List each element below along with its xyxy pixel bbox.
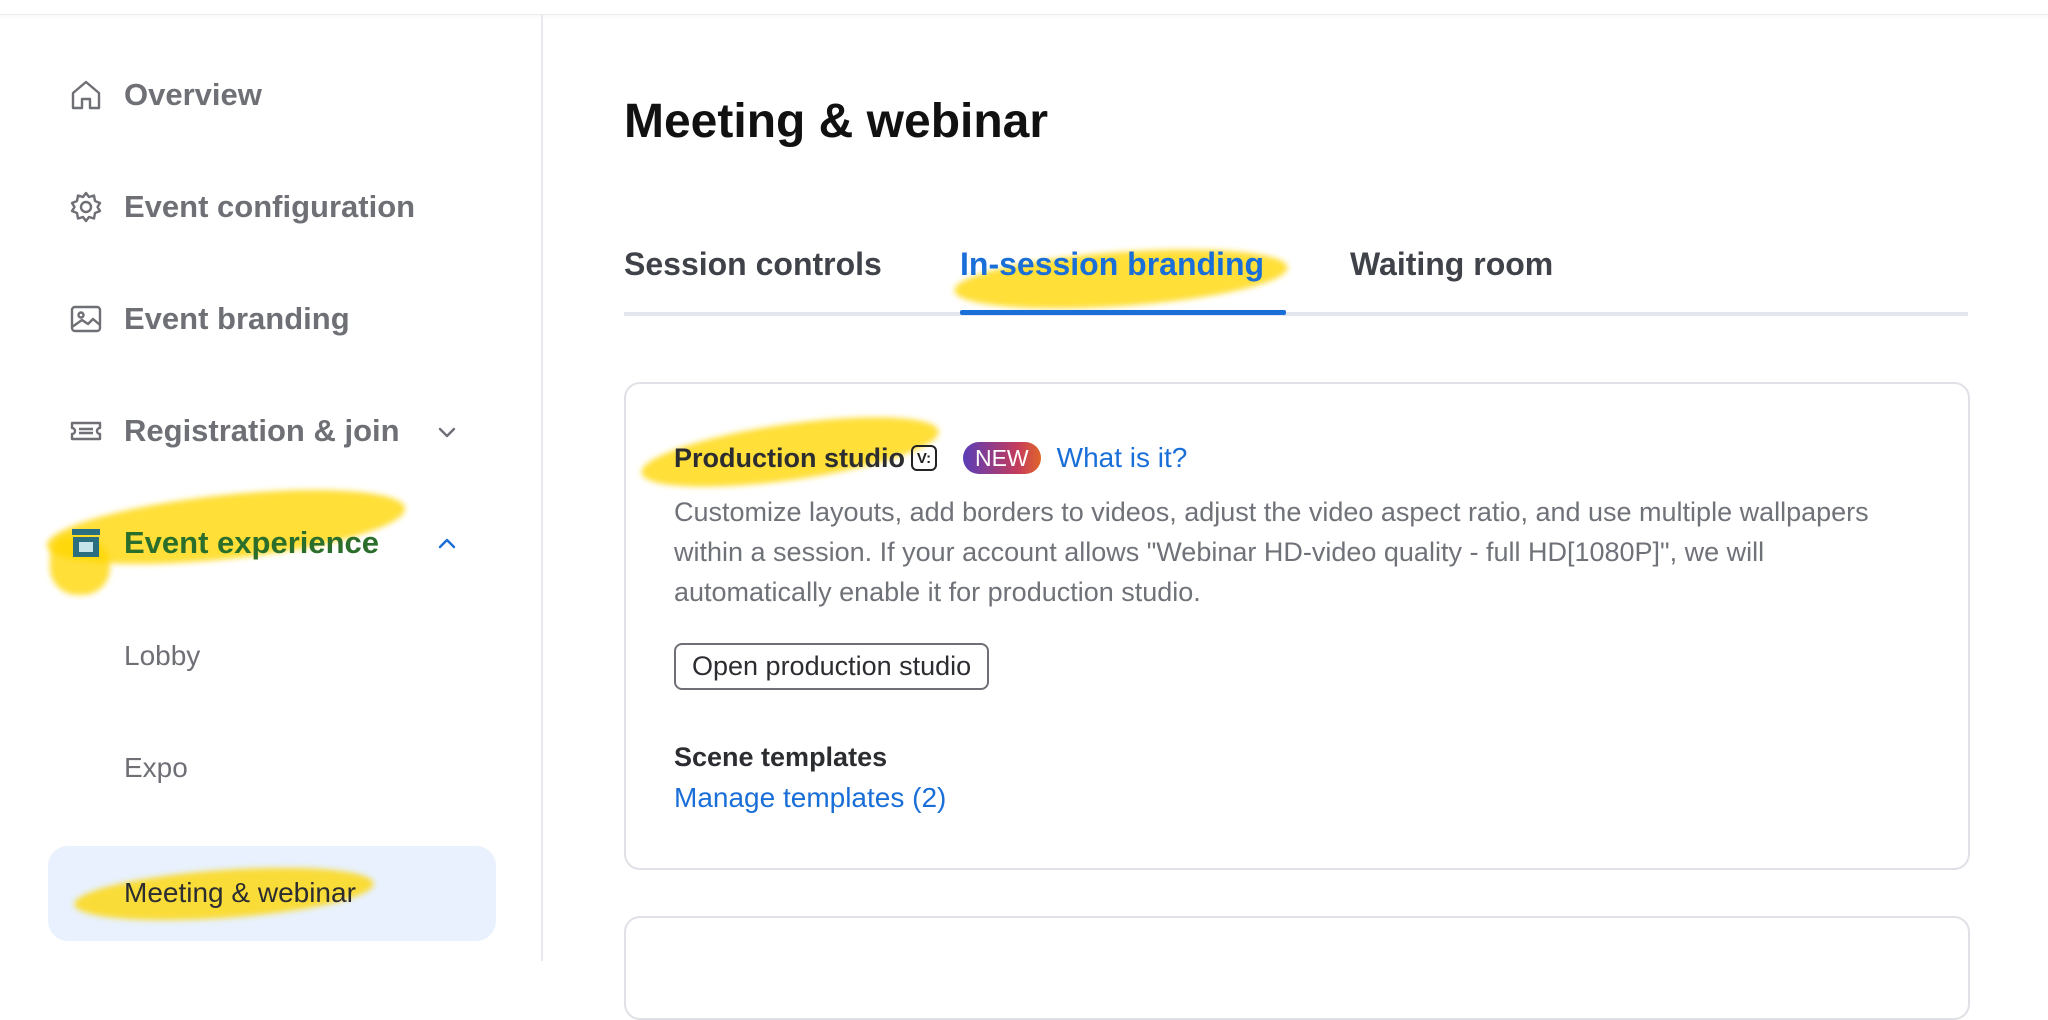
sidebar-item-event-configuration[interactable]: Event configuration xyxy=(68,177,468,237)
image-icon xyxy=(68,301,104,337)
active-tab-indicator xyxy=(960,310,1286,315)
sidebar-item-registration-join[interactable]: Registration & join xyxy=(68,401,468,461)
tab-bar: Session controls In-session branding Wai… xyxy=(624,240,1968,318)
production-studio-description: Customize layouts, add borders to videos… xyxy=(674,497,1869,607)
sidebar-subitem-expo[interactable]: Expo xyxy=(124,743,188,793)
next-settings-card xyxy=(624,916,1970,1020)
video-studio-icon: V: xyxy=(910,445,937,471)
what-is-it-link[interactable]: What is it? xyxy=(1057,442,1188,474)
chevron-down-icon[interactable] xyxy=(434,419,460,445)
scene-templates-title: Scene templates xyxy=(674,742,888,772)
sidebar-subitem-label: Expo xyxy=(124,752,188,783)
new-badge: NEW xyxy=(962,442,1041,474)
open-production-studio-button[interactable]: Open production studio xyxy=(674,643,990,690)
sidebar-item-event-branding[interactable]: Event branding xyxy=(68,289,468,349)
top-bar xyxy=(0,0,2048,15)
tab-in-session-branding[interactable]: In-session branding xyxy=(960,246,1264,316)
sidebar-item-label: Event branding xyxy=(124,301,350,336)
sidebar-item-event-experience[interactable]: Event experience xyxy=(68,513,468,573)
production-studio-card: Production studio V: NEW What is it? Cus… xyxy=(624,382,1970,870)
production-studio-header: Production studio V: NEW What is it? xyxy=(674,438,1187,478)
sidebar-subitem-label: Meeting & webinar xyxy=(124,877,356,908)
sidebar-subitem-label: Lobby xyxy=(124,640,201,671)
sidebar-item-label: Event configuration xyxy=(124,189,416,224)
home-icon xyxy=(68,77,104,113)
production-studio-title: Production studio xyxy=(674,442,905,473)
sidebar-item-overview[interactable]: Overview xyxy=(68,65,468,125)
ticket-icon xyxy=(68,413,104,449)
chevron-up-icon[interactable] xyxy=(434,531,460,557)
sidebar-item-label: Registration & join xyxy=(124,413,400,448)
tab-session-controls[interactable]: Session controls xyxy=(624,246,882,316)
gear-icon xyxy=(68,189,104,225)
booth-icon xyxy=(68,525,104,561)
manage-templates-link[interactable]: Manage templates (2) xyxy=(674,782,946,814)
tab-waiting-room[interactable]: Waiting room xyxy=(1350,246,1553,316)
sidebar-item-label: Event experience xyxy=(124,525,380,560)
page-title: Meeting & webinar xyxy=(624,95,1049,148)
sidebar: Overview Event configuration Event brand… xyxy=(0,15,543,961)
sidebar-subitem-lobby[interactable]: Lobby xyxy=(124,631,200,681)
sidebar-item-label: Overview xyxy=(124,77,262,112)
sidebar-subitem-meeting-webinar[interactable]: Meeting & webinar xyxy=(124,868,356,918)
